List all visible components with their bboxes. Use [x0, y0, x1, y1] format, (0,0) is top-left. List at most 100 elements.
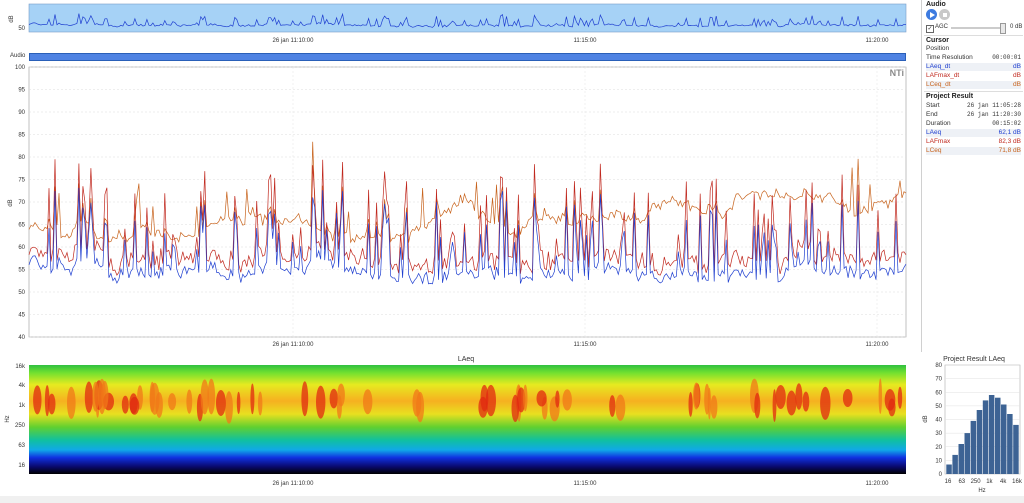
- stop-icon: [942, 12, 947, 17]
- spectrogram-hotspot: [786, 390, 797, 416]
- spectrogram-hotspot: [200, 379, 209, 415]
- spectrogram-hotspot: [842, 389, 853, 407]
- main-ytick: 45: [18, 313, 25, 319]
- main-ytick: 65: [18, 223, 25, 229]
- spectrogram-time-tick: 11:20:00: [866, 481, 890, 487]
- nti-logo: NTi: [890, 68, 904, 78]
- spectrum-ytick: 0: [939, 472, 943, 478]
- main-ylabel: dB: [8, 199, 14, 206]
- duration-value: 00:15:02: [992, 120, 1021, 127]
- status-bar: [0, 496, 1024, 503]
- spectrogram-hotspot: [536, 390, 547, 407]
- spectrogram-hotspot: [775, 385, 786, 409]
- spectrum-bar-8k: [1001, 404, 1007, 474]
- audio-section-title: Audio: [926, 1, 946, 8]
- overview-time-tick: 11:20:00: [866, 38, 890, 44]
- audio-track[interactable]: Audio: [0, 52, 916, 62]
- agc-label: AGC: [935, 24, 949, 30]
- spectrogram-ytick: 1k: [19, 403, 26, 409]
- cursor-section-title: Cursor: [926, 37, 949, 44]
- spectrogram-ytick: 63: [18, 443, 25, 449]
- spectrum-ytick: 80: [935, 363, 942, 369]
- spectrogram-hotspot: [693, 382, 700, 410]
- spectrogram-hotspot: [562, 389, 572, 411]
- spectrogram-hotspot: [802, 391, 810, 412]
- spectrogram-ytick: 16k: [15, 364, 26, 370]
- overview-strip[interactable]: dB 50 26 jan 11:10:00 11:15:00 11:20:00: [0, 0, 916, 44]
- spectrogram-hotspot: [707, 387, 712, 420]
- spectrum-ytick: 40: [935, 418, 942, 424]
- spectrogram-panel[interactable]: LAeq Hz 16k 4k 1k 250 63 16 26 jan 11:10…: [0, 352, 916, 496]
- spectrum-xticks: 16 63 250 1k 4k 16k: [945, 479, 1023, 485]
- spectrogram-hotspot: [329, 388, 338, 409]
- spectrogram-hotspot: [129, 393, 138, 414]
- divider: [924, 91, 1023, 92]
- spectrum-ytick: 50: [935, 404, 942, 410]
- cursor-lceq-value: dB: [1013, 81, 1021, 88]
- cursor-lceq-label: LCeq_dt: [926, 81, 951, 88]
- play-button[interactable]: [926, 9, 937, 20]
- time-history-chart[interactable]: 100 95 90 85 80 75 70 65 60 55 50 45 40 dB NTi 26 ja…: [0, 63, 916, 350]
- stop-button[interactable]: [939, 9, 950, 20]
- divider: [924, 35, 1023, 36]
- cursor-lafmax-row: LAFmax_dt dB: [926, 72, 1021, 80]
- result-laeq-row: LAeq 62,1 dB: [926, 129, 1021, 137]
- spectrum-ylabel: dB: [923, 415, 929, 422]
- spectrum-bar-125: [964, 433, 970, 474]
- spectrogram-hotspot: [555, 390, 560, 408]
- spectrum-yticks: 80 70 60 50 40 30 20 10 0: [935, 363, 942, 478]
- start-row: Start 26 jan 11:05:28: [926, 102, 1021, 110]
- project-result-title: Project Result: [926, 93, 974, 100]
- spectrogram-hotspot: [897, 386, 903, 409]
- spectrogram-hotspot: [615, 394, 626, 421]
- main-ytick: 75: [18, 178, 25, 184]
- spectrogram-hotspot: [609, 395, 616, 417]
- duration-row: Duration 00:15:02: [926, 120, 1021, 128]
- result-lafmax-row: LAFmax 82,3 dB: [926, 138, 1021, 146]
- start-label: Start: [926, 102, 940, 109]
- spectrogram-hotspot: [48, 393, 56, 415]
- spectrum-bar-2k: [988, 395, 995, 474]
- audio-track-bar[interactable]: [29, 53, 906, 61]
- spectrum-title: Project Result LAeq: [943, 356, 1005, 363]
- spectrum-bar-1k: [982, 400, 989, 474]
- gain-slider-track[interactable]: [951, 27, 1003, 29]
- start-value: 26 jan 11:05:28: [966, 102, 1021, 109]
- spectrum-ytick: 60: [935, 390, 942, 396]
- agc-checkbox[interactable]: ✓: [926, 25, 934, 33]
- spectrum-xtick: 4k: [1000, 479, 1007, 485]
- spectrogram-ytick: 250: [15, 423, 26, 429]
- end-label: End: [926, 111, 938, 118]
- spectrum-xtick: 63: [958, 479, 965, 485]
- result-laeq-label: LAeq: [926, 129, 942, 136]
- overview-time-tick: 26 jan 11:10:00: [273, 38, 315, 44]
- cursor-lafmax-label: LAFmax_dt: [926, 72, 960, 79]
- main-ytick: 80: [18, 155, 25, 161]
- result-lafmax-label: LAFmax: [926, 138, 951, 145]
- main-time-tick: 26 jan 11:10:00: [273, 342, 315, 348]
- spectrogram-hotspot: [710, 395, 718, 419]
- spectrogram-hotspot: [225, 391, 233, 424]
- spectrogram-hotspot: [316, 385, 326, 419]
- spectrogram-hotspot: [416, 391, 425, 423]
- spectrum-xtick: 16k: [1012, 479, 1023, 485]
- overview-svg: dB 50 26 jan 11:10:00 11:15:00 11:20:00: [9, 3, 907, 44]
- cursor-laeq-value: dB: [1013, 63, 1021, 70]
- spectrogram-hotspot: [480, 384, 489, 412]
- spectrum-ytick: 20: [935, 445, 942, 451]
- gain-slider-handle[interactable]: [1000, 23, 1006, 34]
- main-ytick: 60: [18, 245, 25, 251]
- spectrogram-hotspot: [236, 391, 241, 414]
- result-lceq-value: 71,8 dB: [998, 147, 1021, 154]
- spectrogram-hotspot: [336, 395, 342, 419]
- main-ytick: 50: [18, 290, 25, 296]
- spectrogram-hotspot: [884, 389, 896, 411]
- project-result-spectrum: Project Result LAeq 80 70 60 50 40 30 20 10 0 16…: [921, 352, 1024, 496]
- spectrogram-hotspot: [216, 390, 226, 416]
- spectrogram-hotspot: [688, 392, 693, 417]
- cursor-position-row: Position: [926, 45, 1021, 53]
- cursor-laeq-row: LAeq_dt dB: [926, 63, 1021, 71]
- spectrum-bar-16: [946, 464, 952, 474]
- spectrogram-hotspot: [301, 381, 309, 417]
- main-ytick: 100: [15, 65, 26, 71]
